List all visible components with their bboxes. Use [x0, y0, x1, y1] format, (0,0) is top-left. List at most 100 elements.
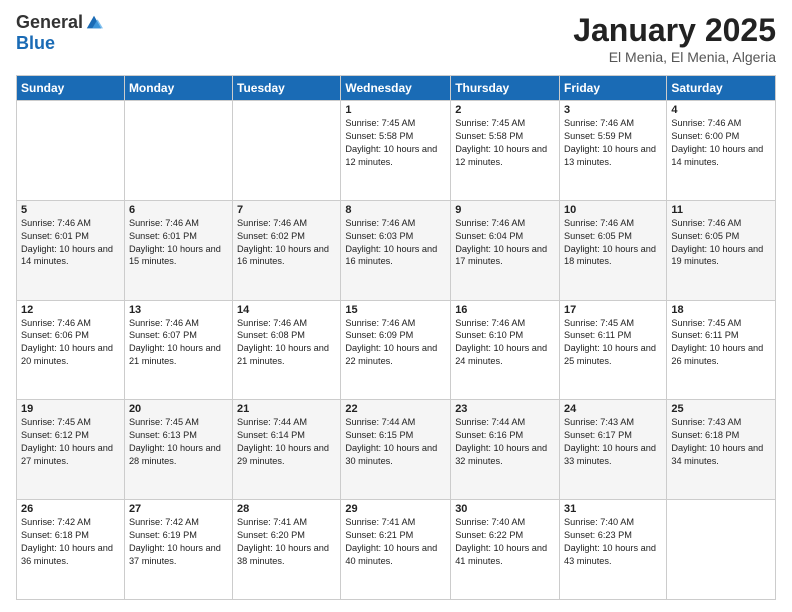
day-number: 16 — [455, 304, 555, 316]
calendar-header-row: Sunday Monday Tuesday Wednesday Thursday… — [17, 76, 776, 101]
subtitle: El Menia, El Menia, Algeria — [573, 49, 776, 65]
table-row: 18Sunrise: 7:45 AM Sunset: 6:11 PM Dayli… — [667, 300, 776, 400]
day-number: 14 — [237, 304, 336, 316]
day-number: 15 — [345, 304, 446, 316]
calendar-week-row: 26Sunrise: 7:42 AM Sunset: 6:18 PM Dayli… — [17, 500, 776, 600]
table-row: 2Sunrise: 7:45 AM Sunset: 5:58 PM Daylig… — [451, 101, 560, 201]
logo: General Blue — [16, 12, 103, 54]
table-row: 14Sunrise: 7:46 AM Sunset: 6:08 PM Dayli… — [233, 300, 341, 400]
day-number: 25 — [671, 403, 771, 415]
day-number: 7 — [237, 204, 336, 216]
table-row: 29Sunrise: 7:41 AM Sunset: 6:21 PM Dayli… — [341, 500, 451, 600]
day-info: Sunrise: 7:46 AM Sunset: 6:01 PM Dayligh… — [129, 217, 228, 269]
table-row: 12Sunrise: 7:46 AM Sunset: 6:06 PM Dayli… — [17, 300, 125, 400]
day-number: 5 — [21, 204, 120, 216]
day-info: Sunrise: 7:43 AM Sunset: 6:17 PM Dayligh… — [564, 416, 662, 468]
day-info: Sunrise: 7:45 AM Sunset: 6:13 PM Dayligh… — [129, 416, 228, 468]
day-number: 18 — [671, 304, 771, 316]
day-info: Sunrise: 7:45 AM Sunset: 5:58 PM Dayligh… — [455, 117, 555, 169]
day-info: Sunrise: 7:45 AM Sunset: 6:11 PM Dayligh… — [564, 317, 662, 369]
day-info: Sunrise: 7:46 AM Sunset: 6:10 PM Dayligh… — [455, 317, 555, 369]
col-monday: Monday — [124, 76, 232, 101]
day-info: Sunrise: 7:46 AM Sunset: 6:01 PM Dayligh… — [21, 217, 120, 269]
col-saturday: Saturday — [667, 76, 776, 101]
day-number: 20 — [129, 403, 228, 415]
calendar-week-row: 1Sunrise: 7:45 AM Sunset: 5:58 PM Daylig… — [17, 101, 776, 201]
table-row: 4Sunrise: 7:46 AM Sunset: 6:00 PM Daylig… — [667, 101, 776, 201]
col-tuesday: Tuesday — [233, 76, 341, 101]
day-number: 3 — [564, 104, 662, 116]
day-info: Sunrise: 7:40 AM Sunset: 6:23 PM Dayligh… — [564, 516, 662, 568]
day-info: Sunrise: 7:46 AM Sunset: 6:02 PM Dayligh… — [237, 217, 336, 269]
month-title: January 2025 — [573, 12, 776, 49]
day-info: Sunrise: 7:44 AM Sunset: 6:15 PM Dayligh… — [345, 416, 446, 468]
day-number: 21 — [237, 403, 336, 415]
table-row: 24Sunrise: 7:43 AM Sunset: 6:17 PM Dayli… — [560, 400, 667, 500]
table-row: 7Sunrise: 7:46 AM Sunset: 6:02 PM Daylig… — [233, 200, 341, 300]
day-info: Sunrise: 7:41 AM Sunset: 6:20 PM Dayligh… — [237, 516, 336, 568]
day-info: Sunrise: 7:46 AM Sunset: 6:03 PM Dayligh… — [345, 217, 446, 269]
day-info: Sunrise: 7:44 AM Sunset: 6:16 PM Dayligh… — [455, 416, 555, 468]
day-number: 31 — [564, 503, 662, 515]
table-row — [124, 101, 232, 201]
day-number: 30 — [455, 503, 555, 515]
day-number: 2 — [455, 104, 555, 116]
day-info: Sunrise: 7:46 AM Sunset: 5:59 PM Dayligh… — [564, 117, 662, 169]
day-info: Sunrise: 7:45 AM Sunset: 6:11 PM Dayligh… — [671, 317, 771, 369]
day-number: 9 — [455, 204, 555, 216]
day-info: Sunrise: 7:46 AM Sunset: 6:06 PM Dayligh… — [21, 317, 120, 369]
table-row: 31Sunrise: 7:40 AM Sunset: 6:23 PM Dayli… — [560, 500, 667, 600]
day-number: 28 — [237, 503, 336, 515]
day-info: Sunrise: 7:46 AM Sunset: 6:05 PM Dayligh… — [671, 217, 771, 269]
table-row: 11Sunrise: 7:46 AM Sunset: 6:05 PM Dayli… — [667, 200, 776, 300]
day-info: Sunrise: 7:45 AM Sunset: 6:12 PM Dayligh… — [21, 416, 120, 468]
day-info: Sunrise: 7:46 AM Sunset: 6:09 PM Dayligh… — [345, 317, 446, 369]
table-row: 20Sunrise: 7:45 AM Sunset: 6:13 PM Dayli… — [124, 400, 232, 500]
day-info: Sunrise: 7:40 AM Sunset: 6:22 PM Dayligh… — [455, 516, 555, 568]
day-number: 19 — [21, 403, 120, 415]
day-info: Sunrise: 7:46 AM Sunset: 6:00 PM Dayligh… — [671, 117, 771, 169]
table-row: 6Sunrise: 7:46 AM Sunset: 6:01 PM Daylig… — [124, 200, 232, 300]
table-row: 19Sunrise: 7:45 AM Sunset: 6:12 PM Dayli… — [17, 400, 125, 500]
table-row: 25Sunrise: 7:43 AM Sunset: 6:18 PM Dayli… — [667, 400, 776, 500]
day-number: 8 — [345, 204, 446, 216]
table-row: 16Sunrise: 7:46 AM Sunset: 6:10 PM Dayli… — [451, 300, 560, 400]
day-number: 13 — [129, 304, 228, 316]
calendar-week-row: 19Sunrise: 7:45 AM Sunset: 6:12 PM Dayli… — [17, 400, 776, 500]
table-row: 8Sunrise: 7:46 AM Sunset: 6:03 PM Daylig… — [341, 200, 451, 300]
day-number: 24 — [564, 403, 662, 415]
table-row: 23Sunrise: 7:44 AM Sunset: 6:16 PM Dayli… — [451, 400, 560, 500]
col-friday: Friday — [560, 76, 667, 101]
day-number: 10 — [564, 204, 662, 216]
day-info: Sunrise: 7:46 AM Sunset: 6:05 PM Dayligh… — [564, 217, 662, 269]
table-row: 5Sunrise: 7:46 AM Sunset: 6:01 PM Daylig… — [17, 200, 125, 300]
logo-blue-text: Blue — [16, 33, 55, 54]
day-info: Sunrise: 7:45 AM Sunset: 5:58 PM Dayligh… — [345, 117, 446, 169]
table-row: 3Sunrise: 7:46 AM Sunset: 5:59 PM Daylig… — [560, 101, 667, 201]
page: General Blue January 2025 El Menia, El M… — [0, 0, 792, 612]
day-number: 22 — [345, 403, 446, 415]
table-row: 26Sunrise: 7:42 AM Sunset: 6:18 PM Dayli… — [17, 500, 125, 600]
day-info: Sunrise: 7:46 AM Sunset: 6:08 PM Dayligh… — [237, 317, 336, 369]
logo-icon — [85, 14, 103, 32]
day-number: 17 — [564, 304, 662, 316]
day-number: 6 — [129, 204, 228, 216]
day-number: 29 — [345, 503, 446, 515]
calendar-table: Sunday Monday Tuesday Wednesday Thursday… — [16, 75, 776, 600]
table-row — [667, 500, 776, 600]
day-info: Sunrise: 7:46 AM Sunset: 6:07 PM Dayligh… — [129, 317, 228, 369]
table-row: 15Sunrise: 7:46 AM Sunset: 6:09 PM Dayli… — [341, 300, 451, 400]
table-row: 28Sunrise: 7:41 AM Sunset: 6:20 PM Dayli… — [233, 500, 341, 600]
col-thursday: Thursday — [451, 76, 560, 101]
col-wednesday: Wednesday — [341, 76, 451, 101]
table-row: 13Sunrise: 7:46 AM Sunset: 6:07 PM Dayli… — [124, 300, 232, 400]
day-info: Sunrise: 7:43 AM Sunset: 6:18 PM Dayligh… — [671, 416, 771, 468]
table-row: 22Sunrise: 7:44 AM Sunset: 6:15 PM Dayli… — [341, 400, 451, 500]
header: General Blue January 2025 El Menia, El M… — [16, 12, 776, 65]
table-row: 21Sunrise: 7:44 AM Sunset: 6:14 PM Dayli… — [233, 400, 341, 500]
day-info: Sunrise: 7:41 AM Sunset: 6:21 PM Dayligh… — [345, 516, 446, 568]
day-number: 26 — [21, 503, 120, 515]
day-number: 27 — [129, 503, 228, 515]
table-row: 30Sunrise: 7:40 AM Sunset: 6:22 PM Dayli… — [451, 500, 560, 600]
table-row: 9Sunrise: 7:46 AM Sunset: 6:04 PM Daylig… — [451, 200, 560, 300]
